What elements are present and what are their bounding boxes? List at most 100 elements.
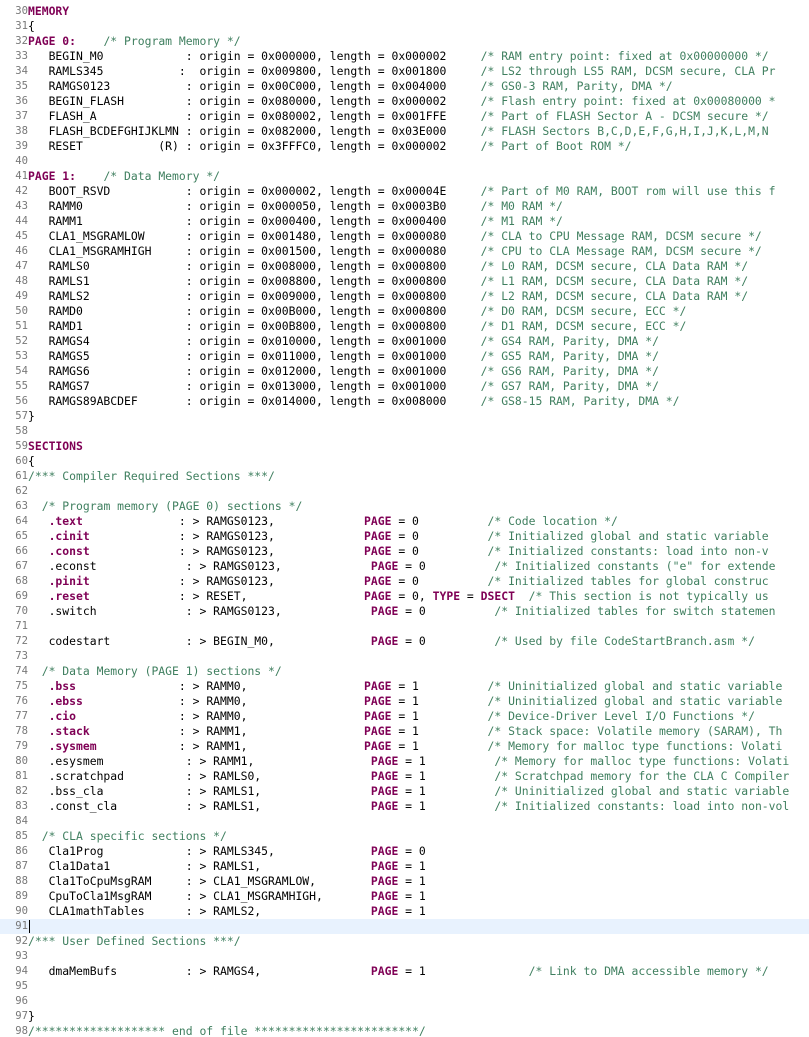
code-line[interactable]: 80 .esysmem : > RAMM1, PAGE = 1 /* Memor… bbox=[0, 754, 809, 769]
code-line[interactable]: 56 RAMGS89ABCDEF : origin = 0x014000, le… bbox=[0, 394, 809, 409]
code-text[interactable]: BEGIN_FLASH : origin = 0x080000, length … bbox=[28, 94, 776, 109]
code-line[interactable]: 33 BEGIN_M0 : origin = 0x000000, length … bbox=[0, 49, 809, 64]
code-text[interactable]: } bbox=[28, 409, 35, 424]
code-text[interactable]: CLA1mathTables : > RAMLS2, PAGE = 1 bbox=[28, 904, 426, 919]
code-line[interactable]: 74 /* Data Memory (PAGE 1) sections */ bbox=[0, 664, 809, 679]
code-text[interactable]: RAMD1 : origin = 0x00B800, length = 0x00… bbox=[28, 319, 687, 334]
code-line[interactable]: 53 RAMGS5 : origin = 0x011000, length = … bbox=[0, 349, 809, 364]
code-text[interactable]: RAMM0 : origin = 0x000050, length = 0x00… bbox=[28, 199, 563, 214]
code-text[interactable]: .bss_cla : > RAMLS1, PAGE = 1 /* Uniniti… bbox=[28, 784, 790, 799]
code-line[interactable]: 77 .cio : > RAMM0, PAGE = 1 /* Device-Dr… bbox=[0, 709, 809, 724]
code-text[interactable]: .stack : > RAMM1, PAGE = 1 /* Stack spac… bbox=[28, 724, 783, 739]
code-line[interactable]: 61/*** Compiler Required Sections ***/ bbox=[0, 469, 809, 484]
code-text[interactable]: CpuToCla1MsgRAM : > CLA1_MSGRAMHIGH, PAG… bbox=[28, 889, 426, 904]
code-line[interactable]: 82 .bss_cla : > RAMLS1, PAGE = 1 /* Unin… bbox=[0, 784, 809, 799]
code-line[interactable]: 40 bbox=[0, 154, 809, 169]
code-line[interactable]: 66 .const : > RAMGS0123, PAGE = 0 /* Ini… bbox=[0, 544, 809, 559]
code-text[interactable]: RAMD0 : origin = 0x00B000, length = 0x00… bbox=[28, 304, 687, 319]
code-text[interactable]: RAMLS0 : origin = 0x008000, length = 0x0… bbox=[28, 259, 749, 274]
code-line[interactable]: 30 MEMORY bbox=[0, 4, 809, 19]
code-text[interactable]: /******************* end of file *******… bbox=[28, 1024, 426, 1037]
code-text[interactable]: .sysmem : > RAMM1, PAGE = 1 /* Memory fo… bbox=[28, 739, 783, 754]
code-line[interactable]: 60{ bbox=[0, 454, 809, 469]
code-line[interactable]: 48 RAMLS1 : origin = 0x008800, length = … bbox=[0, 274, 809, 289]
code-line[interactable]: 72 codestart : > BEGIN_M0, PAGE = 0 /* U… bbox=[0, 634, 809, 649]
code-text[interactable]: FLASH_BCDEFGHIJKLMN : origin = 0x082000,… bbox=[28, 124, 769, 139]
code-line[interactable]: 42 BOOT_RSVD : origin = 0x000002, length… bbox=[0, 184, 809, 199]
code-text[interactable]: RESET (R) : origin = 0x3FFFC0, length = … bbox=[28, 139, 632, 154]
code-line[interactable]: 95 bbox=[0, 979, 809, 994]
code-line[interactable]: 91 bbox=[0, 919, 809, 934]
code-line[interactable]: 34 RAMLS345 : origin = 0x009800, length … bbox=[0, 64, 809, 79]
code-text[interactable]: RAMLS345 : origin = 0x009800, length = 0… bbox=[28, 64, 776, 79]
code-text[interactable]: RAMM1 : origin = 0x000400, length = 0x00… bbox=[28, 214, 563, 229]
code-text[interactable]: /* Program memory (PAGE 0) sections */ bbox=[28, 499, 303, 514]
code-text[interactable]: .econst : > RAMGS0123, PAGE = 0 /* Initi… bbox=[28, 559, 776, 574]
code-line[interactable]: 81 .scratchpad : > RAMLS0, PAGE = 1 /* S… bbox=[0, 769, 809, 784]
code-line[interactable]: 94 dmaMemBufs : > RAMGS4, PAGE = 1 /* Li… bbox=[0, 964, 809, 979]
code-line[interactable]: 38 FLASH_BCDEFGHIJKLMN : origin = 0x0820… bbox=[0, 124, 809, 139]
code-line[interactable]: 86 Cla1Prog : > RAMLS345, PAGE = 0 bbox=[0, 844, 809, 859]
code-text[interactable]: .cio : > RAMM0, PAGE = 1 /* Device-Drive… bbox=[28, 709, 755, 724]
code-line[interactable]: 49 RAMLS2 : origin = 0x009000, length = … bbox=[0, 289, 809, 304]
code-line[interactable]: 90 CLA1mathTables : > RAMLS2, PAGE = 1 bbox=[0, 904, 809, 919]
code-line[interactable]: 59 SECTIONS bbox=[0, 439, 809, 454]
code-line[interactable]: 46 CLA1_MSGRAMHIGH : origin = 0x001500, … bbox=[0, 244, 809, 259]
code-line[interactable]: 31{ bbox=[0, 19, 809, 34]
code-text[interactable]: CLA1_MSGRAMLOW : origin = 0x001480, leng… bbox=[28, 229, 762, 244]
code-line[interactable]: 83 .const_cla : > RAMLS1, PAGE = 1 /* In… bbox=[0, 799, 809, 814]
code-line[interactable]: 41 PAGE 1: /* Data Memory */ bbox=[0, 169, 809, 184]
code-line[interactable]: 79 .sysmem : > RAMM1, PAGE = 1 /* Memory… bbox=[0, 739, 809, 754]
code-text[interactable]: codestart : > BEGIN_M0, PAGE = 0 /* Used… bbox=[28, 634, 755, 649]
code-line[interactable]: 87 Cla1Data1 : > RAMLS1, PAGE = 1 bbox=[0, 859, 809, 874]
code-line[interactable]: 55 RAMGS7 : origin = 0x013000, length = … bbox=[0, 379, 809, 394]
code-text[interactable]: BEGIN_M0 : origin = 0x000000, length = 0… bbox=[28, 49, 769, 64]
code-text[interactable]: PAGE 0: /* Program Memory */ bbox=[28, 34, 241, 49]
code-line[interactable]: 63 /* Program memory (PAGE 0) sections *… bbox=[0, 499, 809, 514]
code-text[interactable]: Cla1Data1 : > RAMLS1, PAGE = 1 bbox=[28, 859, 426, 874]
code-line[interactable]: 44 RAMM1 : origin = 0x000400, length = 0… bbox=[0, 214, 809, 229]
code-line[interactable]: 51 RAMD1 : origin = 0x00B800, length = 0… bbox=[0, 319, 809, 334]
code-text[interactable]: { bbox=[28, 19, 35, 34]
code-line[interactable]: 98/******************* end of file *****… bbox=[0, 1024, 809, 1037]
code-text[interactable]: .esysmem : > RAMM1, PAGE = 1 /* Memory f… bbox=[28, 754, 790, 769]
code-line[interactable]: 47 RAMLS0 : origin = 0x008000, length = … bbox=[0, 259, 809, 274]
code-text[interactable]: .const_cla : > RAMLS1, PAGE = 1 /* Initi… bbox=[28, 799, 790, 814]
code-text[interactable]: FLASH_A : origin = 0x080002, length = 0x… bbox=[28, 109, 769, 124]
code-text[interactable]: RAMGS89ABCDEF : origin = 0x014000, lengt… bbox=[28, 394, 680, 409]
code-text[interactable]: .bss : > RAMM0, PAGE = 1 /* Uninitialize… bbox=[28, 679, 783, 694]
code-editor[interactable]: 30 MEMORY 31{32 PAGE 0: /* Program Memory *… bbox=[0, 0, 809, 1037]
code-text[interactable]: /*** Compiler Required Sections ***/ bbox=[28, 469, 275, 484]
code-line[interactable]: 78 .stack : > RAMM1, PAGE = 1 /* Stack s… bbox=[0, 724, 809, 739]
code-line[interactable]: 70 .switch : > RAMGS0123, PAGE = 0 /* In… bbox=[0, 604, 809, 619]
code-text[interactable]: dmaMemBufs : > RAMGS4, PAGE = 1 /* Link … bbox=[28, 964, 769, 979]
code-text[interactable]: CLA1_MSGRAMHIGH : origin = 0x001500, len… bbox=[28, 244, 762, 259]
code-text[interactable]: /*** User Defined Sections ***/ bbox=[28, 934, 241, 949]
code-line[interactable]: 85 /* CLA specific sections */ bbox=[0, 829, 809, 844]
code-line[interactable]: 50 RAMD0 : origin = 0x00B000, length = 0… bbox=[0, 304, 809, 319]
code-text[interactable]: .const : > RAMGS0123, PAGE = 0 /* Initia… bbox=[28, 544, 769, 559]
code-text[interactable]: .scratchpad : > RAMLS0, PAGE = 1 /* Scra… bbox=[28, 769, 790, 784]
code-text[interactable]: PAGE 1: /* Data Memory */ bbox=[28, 169, 220, 184]
code-text[interactable]: /* Data Memory (PAGE 1) sections */ bbox=[28, 664, 282, 679]
code-text[interactable]: Cla1Prog : > RAMLS345, PAGE = 0 bbox=[28, 844, 426, 859]
code-line[interactable]: 35 RAMGS0123 : origin = 0x00C000, length… bbox=[0, 79, 809, 94]
code-text[interactable]: BOOT_RSVD : origin = 0x000002, length = … bbox=[28, 184, 776, 199]
code-text[interactable]: MEMORY bbox=[28, 4, 69, 19]
code-text[interactable]: RAMGS7 : origin = 0x013000, length = 0x0… bbox=[28, 379, 659, 394]
code-line[interactable]: 32 PAGE 0: /* Program Memory */ bbox=[0, 34, 809, 49]
code-line[interactable]: 73 bbox=[0, 649, 809, 664]
code-line[interactable]: 54 RAMGS6 : origin = 0x012000, length = … bbox=[0, 364, 809, 379]
code-line[interactable]: 68 .pinit : > RAMGS0123, PAGE = 0 /* Ini… bbox=[0, 574, 809, 589]
code-line[interactable]: 57} bbox=[0, 409, 809, 424]
code-line[interactable]: 88 Cla1ToCpuMsgRAM : > CLA1_MSGRAMLOW, P… bbox=[0, 874, 809, 889]
code-text[interactable]: .switch : > RAMGS0123, PAGE = 0 /* Initi… bbox=[28, 604, 776, 619]
code-text[interactable]: .ebss : > RAMM0, PAGE = 1 /* Uninitializ… bbox=[28, 694, 783, 709]
code-text[interactable]: SECTIONS bbox=[28, 439, 83, 454]
code-line[interactable]: 37 FLASH_A : origin = 0x080002, length =… bbox=[0, 109, 809, 124]
code-line[interactable]: 39 RESET (R) : origin = 0x3FFFC0, length… bbox=[0, 139, 809, 154]
code-line[interactable]: 76 .ebss : > RAMM0, PAGE = 1 /* Uninitia… bbox=[0, 694, 809, 709]
code-text[interactable]: RAMGS4 : origin = 0x010000, length = 0x0… bbox=[28, 334, 659, 349]
code-text[interactable]: RAMGS6 : origin = 0x012000, length = 0x0… bbox=[28, 364, 659, 379]
code-text[interactable]: RAMLS1 : origin = 0x008800, length = 0x0… bbox=[28, 274, 749, 289]
